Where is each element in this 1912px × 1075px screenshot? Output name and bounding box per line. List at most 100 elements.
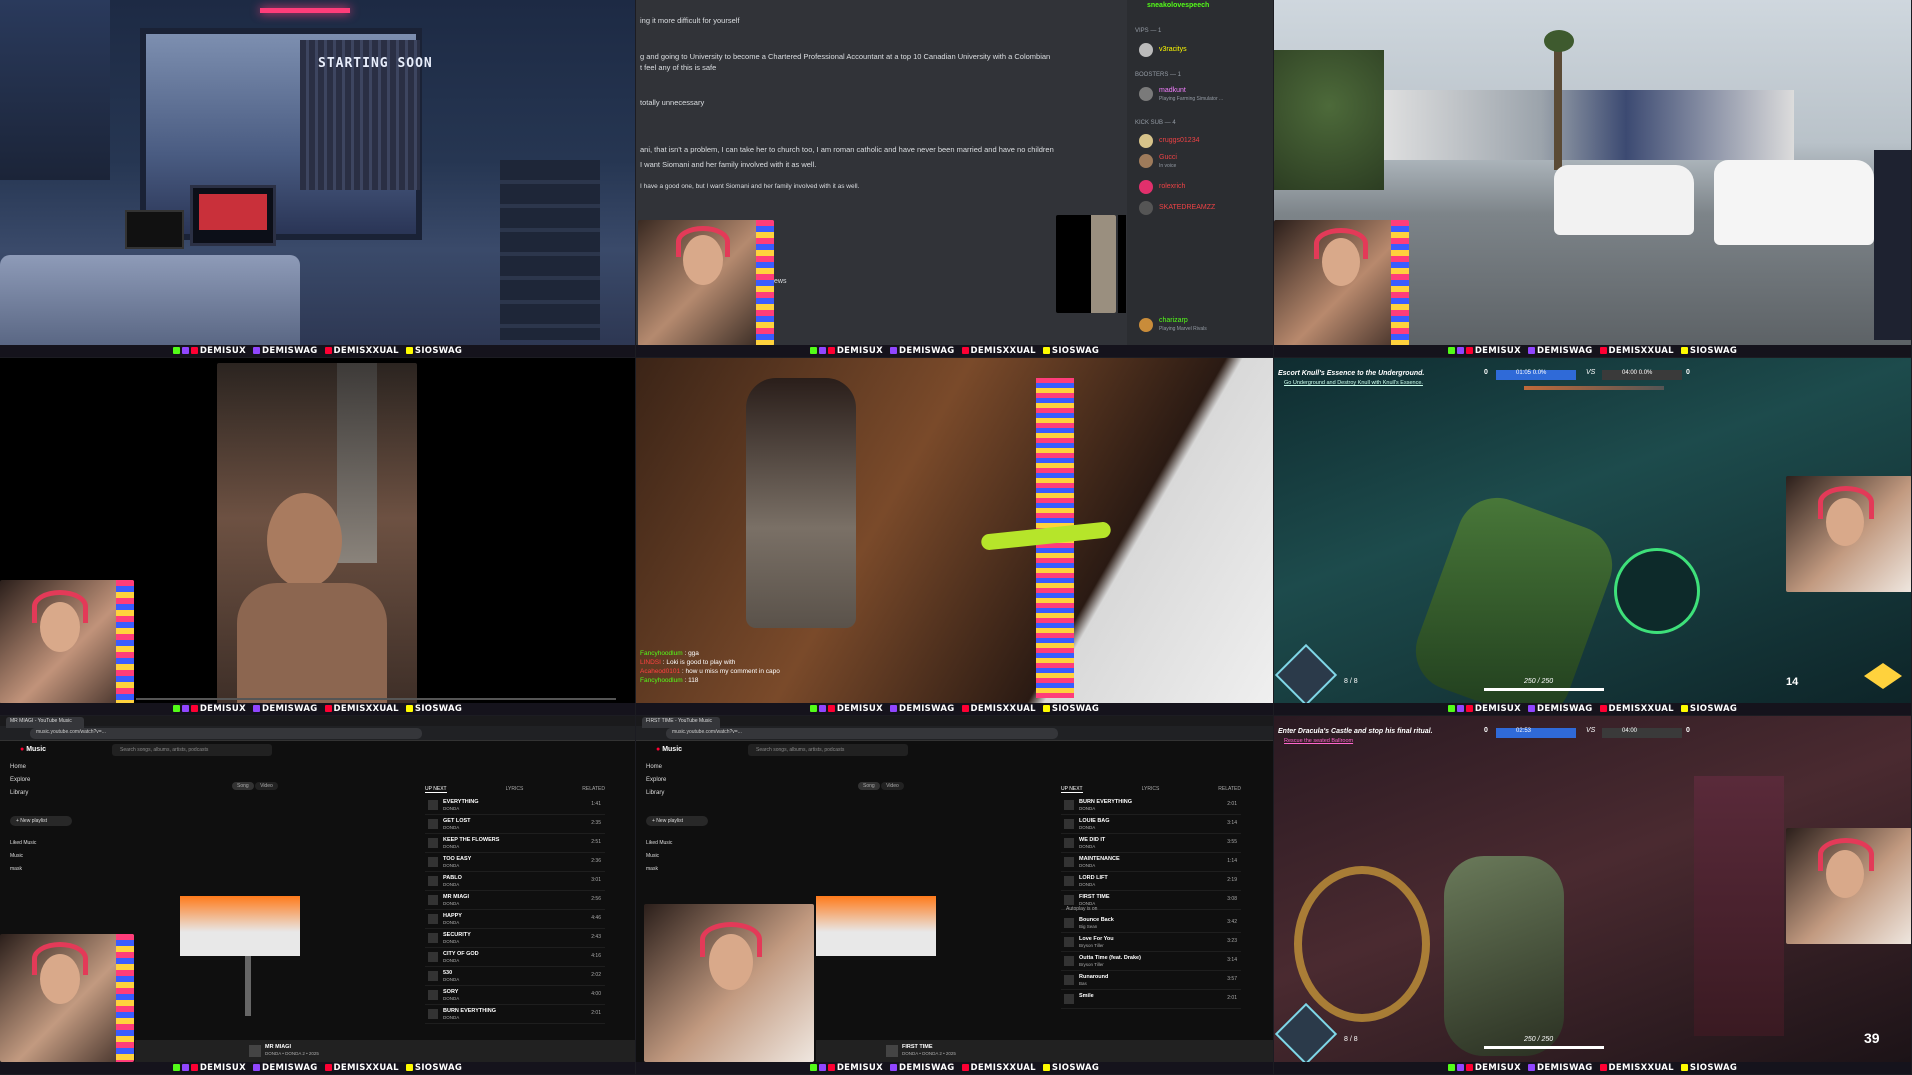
queue-row[interactable]: LORD LIFT DONDA 2:19 <box>1061 872 1241 891</box>
tile-discord: ing it more difficult for yourself g and… <box>636 0 1274 358</box>
nav-explore[interactable]: Explore <box>10 777 80 783</box>
platform-banner: DEMISUX DEMISWAG DEMISXXUAL SIOSWAG <box>1274 703 1911 715</box>
search-input[interactable]: Search songs, albums, artists, podcasts <box>112 744 272 756</box>
queue-row[interactable]: CITY OF GOD DONDA 4:16 <box>425 948 605 967</box>
character-model <box>1444 856 1564 1056</box>
search-input[interactable]: Search songs, albums, artists, podcasts <box>748 744 908 756</box>
queue-row[interactable]: LOUIE BAG DONDA 3:14 <box>1061 815 1241 834</box>
new-playlist-button[interactable]: + New playlist <box>646 816 708 826</box>
new-playlist-button[interactable]: + New playlist <box>10 816 72 826</box>
queue-row[interactable]: PABLO DONDA 3:01 <box>425 872 605 891</box>
library-item[interactable]: Liked Music <box>646 840 716 846</box>
tab-up-next[interactable]: UP NEXT <box>1061 786 1083 793</box>
queue-row[interactable]: Runaround Bas 3:57 <box>1061 971 1241 990</box>
tab-related[interactable]: RELATED <box>1218 786 1241 793</box>
banner-handle: DEMISXXUAL <box>333 704 399 714</box>
queue-row[interactable]: Smile 2:01 <box>1061 990 1241 1009</box>
palm-tree <box>1554 40 1562 170</box>
library-item[interactable]: mask <box>10 866 80 872</box>
queue-row[interactable]: Love For You Bryson Tiller 3:23 <box>1061 933 1241 952</box>
library-item[interactable]: Music <box>646 853 716 859</box>
youtube-icon <box>1465 1064 1473 1071</box>
snapchat-icon <box>1680 705 1688 712</box>
streamer-webcam <box>1786 476 1911 592</box>
track-album: DONDA <box>443 844 460 849</box>
track-duration: 2:35 <box>591 820 601 826</box>
library-item[interactable]: mask <box>646 866 716 872</box>
video-progress[interactable] <box>136 698 616 700</box>
nav-library[interactable]: Library <box>646 790 716 796</box>
tile-room-irl: Fancyhoodlum : gga LINDSI : Loki is good… <box>636 358 1274 716</box>
team-right-bar: 04:00 <box>1602 728 1682 738</box>
youtube-icon <box>1599 347 1607 354</box>
tab-related[interactable]: RELATED <box>582 786 605 793</box>
youtube-icon <box>324 1064 332 1071</box>
banner-handle: DEMISXXUAL <box>970 704 1036 714</box>
tab-lyrics[interactable]: LYRICS <box>506 786 524 793</box>
track-album: DONDA <box>1079 844 1096 849</box>
member-name[interactable]: Gucci <box>1159 154 1177 161</box>
chat-text: gga <box>688 650 699 657</box>
queue-row[interactable]: BURN EVERYTHING DONDA 2:01 <box>425 1005 605 1024</box>
tile-starting-soon: STARTING SOON DEMISUX DEMISWAG DEMISXXUA… <box>0 0 636 358</box>
queue-row[interactable]: BURN EVERYTHING DONDA 2:01 <box>1061 796 1241 815</box>
member-name[interactable]: cruggs01234 <box>1159 137 1199 144</box>
queue-row[interactable]: TOO EASY DONDA 2:36 <box>425 853 605 872</box>
browser-tab[interactable]: FIRST TIME - YouTube Music <box>642 717 720 728</box>
tab-up-next[interactable]: UP NEXT <box>425 786 447 793</box>
queue-row[interactable]: EVERYTHING DONDA 1:41 <box>425 796 605 815</box>
multistream-grid: STARTING SOON DEMISUX DEMISWAG DEMISXXUA… <box>0 0 1912 1075</box>
banner-handle: DEMISUX <box>199 1063 246 1073</box>
library-item[interactable]: Liked Music <box>10 840 80 846</box>
avatar <box>1139 318 1153 332</box>
track-title: LORD LIFT <box>1079 875 1108 881</box>
address-bar[interactable]: music.youtube.com/watch?v=... <box>666 728 1058 739</box>
browser-chrome: FIRST TIME - YouTube Music music.youtube… <box>636 716 1273 741</box>
vs-label: VS <box>1586 369 1596 376</box>
banner-handle: DEMISWAG <box>261 1063 318 1073</box>
snapchat-icon <box>1042 705 1050 712</box>
library-item[interactable]: Music <box>10 853 80 859</box>
tab-lyrics[interactable]: LYRICS <box>1142 786 1160 793</box>
queue-row[interactable]: KEEP THE FLOWERS DONDA 2:51 <box>425 834 605 853</box>
member-name[interactable]: charizarp <box>1159 317 1188 324</box>
snapchat-icon <box>1680 347 1688 354</box>
track-duration: 4:00 <box>591 991 601 997</box>
album-art <box>180 896 300 956</box>
chip-video[interactable]: Video <box>255 782 278 790</box>
banner-handle: SIOSWAG <box>1051 1063 1100 1073</box>
nav-home[interactable]: Home <box>646 764 716 770</box>
queue-row[interactable]: WE DID IT DONDA 3:55 <box>1061 834 1241 853</box>
queue-row[interactable]: MR MIAGI DONDA 2:56 <box>425 891 605 910</box>
browser-chrome: MR MIAGI - YouTube Music music.youtube.c… <box>0 716 635 741</box>
queue-row[interactable]: HAPPY DONDA 4:46 <box>425 910 605 929</box>
hero-portrait <box>1274 643 1338 707</box>
right-score: 0 <box>1686 727 1690 734</box>
queue-row[interactable]: SORY DONDA 4:00 <box>425 986 605 1005</box>
queue-row[interactable]: MAINTENANCE DONDA 1:14 <box>1061 853 1241 872</box>
track-title: Smile <box>1079 993 1094 999</box>
nav-explore[interactable]: Explore <box>646 777 716 783</box>
browser-tab[interactable]: MR MIAGI - YouTube Music <box>6 717 84 728</box>
queue-row[interactable]: GET LOST DONDA 2:35 <box>425 815 605 834</box>
queue-row[interactable]: 530 DONDA 2:02 <box>425 967 605 986</box>
chip-song[interactable]: Song <box>858 782 880 790</box>
chip-video[interactable]: Video <box>881 782 904 790</box>
queue-row[interactable]: Bounce Back Big Sean 3:42 <box>1061 914 1241 933</box>
member-name[interactable]: v3racitys <box>1159 46 1187 53</box>
member-name[interactable]: SKATEDREAMZZ <box>1159 204 1215 211</box>
call-webcam <box>1056 215 1116 313</box>
chip-song[interactable]: Song <box>232 782 254 790</box>
nav-library[interactable]: Library <box>10 790 80 796</box>
track-thumb <box>428 952 438 962</box>
member-name[interactable]: madkunt <box>1159 87 1186 94</box>
queue-row[interactable]: SECURITY DONDA 2:43 <box>425 929 605 948</box>
nav-home[interactable]: Home <box>10 764 80 770</box>
member-name[interactable]: rolexrich <box>1159 183 1185 190</box>
member-name[interactable]: sneakolovespeech <box>1147 2 1209 9</box>
banner-handle: DEMISXXUAL <box>970 346 1036 356</box>
bookshelf <box>500 160 600 340</box>
queue-row[interactable]: Outta Time (feat. Drake) Bryson Tiller 3:1… <box>1061 952 1241 971</box>
address-bar[interactable]: music.youtube.com/watch?v=... <box>30 728 422 739</box>
track-album: DONDA <box>443 825 460 830</box>
